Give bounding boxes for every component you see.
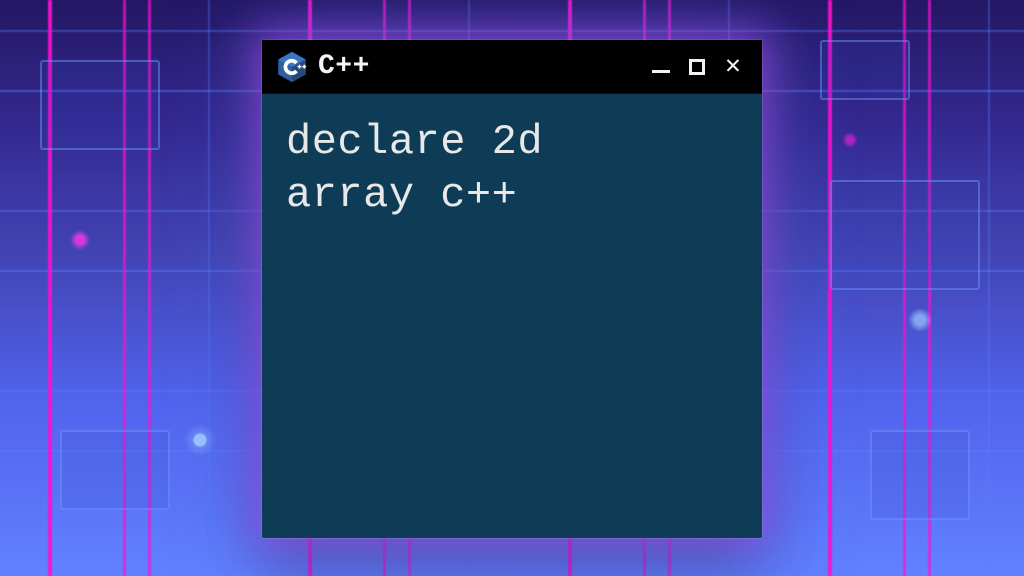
chip-decoration <box>60 430 170 510</box>
window-controls: ✕ <box>650 56 744 78</box>
minimize-button[interactable] <box>650 56 672 78</box>
terminal-window: C++ ✕ declare 2d array c++ <box>262 40 762 538</box>
close-button[interactable]: ✕ <box>722 56 744 78</box>
chip-decoration <box>820 40 910 100</box>
close-icon: ✕ <box>725 53 741 79</box>
window-title: C++ <box>318 51 640 82</box>
chip-decoration <box>830 180 980 290</box>
code-line: declare 2d <box>286 118 543 166</box>
code-line: array c++ <box>286 171 517 219</box>
minimize-icon <box>652 70 670 73</box>
cpp-icon <box>276 51 308 83</box>
chip-decoration <box>870 430 970 520</box>
maximize-button[interactable] <box>686 56 708 78</box>
window-body: declare 2d array c++ <box>262 94 762 243</box>
code-content: declare 2d array c++ <box>286 116 738 221</box>
window-titlebar[interactable]: C++ ✕ <box>262 40 762 94</box>
chip-decoration <box>40 60 160 150</box>
maximize-icon <box>689 59 705 75</box>
